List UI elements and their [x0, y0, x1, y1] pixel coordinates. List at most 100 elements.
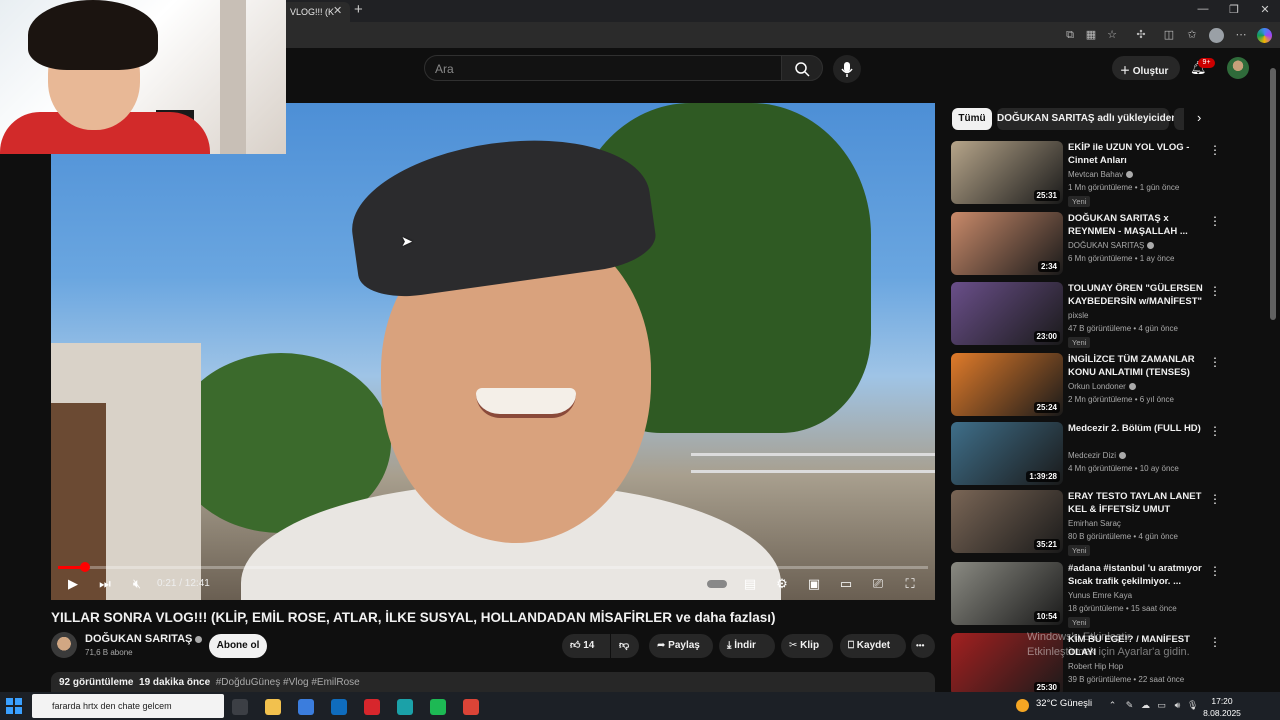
video-thumbnail[interactable]: 25:24 [951, 353, 1063, 416]
new-tab-button[interactable]: + [354, 1, 363, 18]
video-thumbnail[interactable]: 1:39:28 [951, 422, 1063, 485]
weather-text[interactable]: 32°C Güneşli [1036, 698, 1092, 709]
chip-all[interactable]: Tümü [952, 108, 992, 130]
recommended-channel[interactable]: Yunus Emre Kaya [1068, 591, 1132, 600]
recommended-title[interactable]: #adana #istanbul 'u aratmıyor Sıcak traf… [1068, 562, 1208, 588]
video-progress-handle[interactable] [80, 562, 90, 572]
chevron-right-icon[interactable]: › [1197, 110, 1201, 125]
kebab-menu-icon[interactable]: ⋮ [1209, 564, 1221, 578]
close-tab-icon[interactable]: ✕ [333, 4, 342, 17]
recommended-video[interactable]: 2:34 DOĞUKAN SARITAŞ x REYNMEN - MAŞALLAH… [951, 212, 1263, 278]
fullscreen-button[interactable]: ⛶ [901, 576, 919, 592]
subtitles-button[interactable]: ▤ [741, 576, 759, 592]
kebab-menu-icon[interactable]: ⋮ [1209, 635, 1221, 649]
kebab-menu-icon[interactable]: ⋮ [1209, 214, 1221, 228]
split-screen-icon[interactable]: ◫ [1162, 28, 1176, 42]
kebab-menu-icon[interactable]: ⋮ [1209, 143, 1221, 157]
next-button[interactable]: ⏭︎ [96, 576, 114, 592]
recommended-title[interactable]: ERAY TESTO TAYLAN LANET KEL & İFFETSİZ U… [1068, 490, 1208, 516]
recommended-channel[interactable]: Mevtcan Bahav [1068, 170, 1134, 179]
channel-avatar[interactable] [51, 632, 77, 658]
recommended-channel[interactable]: pixsle [1068, 311, 1088, 320]
kebab-menu-icon[interactable]: ⋮ [1209, 355, 1221, 369]
chip-overflow[interactable] [1174, 108, 1184, 130]
account-avatar[interactable] [1227, 57, 1249, 79]
opera-icon[interactable] [364, 699, 380, 715]
recommended-channel[interactable]: Medcezir Dizi [1068, 451, 1127, 460]
pen-icon[interactable]: ✎ [1124, 700, 1135, 711]
outlook-icon[interactable] [331, 699, 347, 715]
favorites-icon[interactable]: ✩ [1185, 28, 1199, 42]
recommended-channel[interactable]: DOĞUKAN SARITAŞ [1068, 241, 1155, 250]
autoplay-toggle[interactable] [707, 580, 727, 588]
voice-search-button[interactable] [833, 55, 861, 83]
recommended-channel[interactable]: Orkun Londoner [1068, 382, 1136, 391]
description-box[interactable]: 92 görüntüleme 19 dakika önce #DoğduGüne… [51, 672, 935, 692]
recommended-title[interactable]: DOĞUKAN SARITAŞ x REYNMEN - MAŞALLAH ... [1068, 212, 1208, 238]
miniplayer-button[interactable]: ▣ [805, 576, 823, 592]
restore-button[interactable]: ❐ [1219, 3, 1249, 16]
video-thumbnail[interactable]: 10:54 [951, 562, 1063, 625]
video-thumbnail[interactable]: 35:21 [951, 490, 1063, 553]
scrollbar-thumb[interactable] [1270, 68, 1276, 320]
channel-name[interactable]: DOĞUKAN SARITAŞ [85, 633, 203, 645]
profile-icon[interactable] [1209, 28, 1224, 43]
recommended-video[interactable]: 35:21 ERAY TESTO TAYLAN LANET KEL & İFFET… [951, 490, 1263, 556]
play-button[interactable]: ▶ [64, 576, 82, 592]
recommended-video[interactable]: 23:00 TOLUNAY ÖREN "GÜLERSEN KAYBEDERSİN … [951, 282, 1263, 348]
recommended-title[interactable]: İNGİLİZCE TÜM ZAMANLAR KONU ANLATIMI (TE… [1068, 353, 1208, 379]
hashtags[interactable]: #DoğduGüneş #Vlog #EmilRose [216, 677, 360, 688]
apps-icon[interactable]: ▦ [1084, 28, 1098, 42]
clock-time[interactable]: 17:20 [1207, 696, 1237, 706]
file-explorer-icon[interactable] [265, 699, 281, 715]
spotify-icon[interactable] [430, 699, 446, 715]
share-button[interactable]: ➦ Paylaş [649, 634, 713, 658]
recommended-video[interactable]: 1:39:28 Medcezir 2. Bölüm (FULL HD) Medcez… [951, 422, 1263, 488]
favorite-star-icon[interactable]: ☆ [1105, 28, 1119, 42]
tray-chevron-icon[interactable]: ⌃ [1107, 700, 1118, 711]
onedrive-icon[interactable]: ☁ [1140, 700, 1151, 711]
taskbar-search-input[interactable]: fararda hrtx den chate gelcem [32, 694, 224, 718]
settings-button[interactable]: ⚙ [773, 576, 791, 592]
minimize-button[interactable]: — [1188, 3, 1218, 15]
volume-icon[interactable]: 🔊︎ [1172, 700, 1183, 711]
windows-start-icon[interactable] [6, 698, 22, 714]
video-thumbnail[interactable]: 23:00 [951, 282, 1063, 345]
edge-icon[interactable] [397, 699, 413, 715]
save-button[interactable]: ⎕ Kaydet [840, 634, 906, 658]
kebab-menu-icon[interactable]: ⋮ [1209, 424, 1221, 438]
kebab-menu-icon[interactable]: ⋮ [1209, 284, 1221, 298]
recommended-title[interactable]: Medcezir 2. Bölüm (FULL HD) [1068, 422, 1208, 435]
subscribe-button[interactable]: Abone ol [209, 634, 267, 658]
recommended-title[interactable]: TOLUNAY ÖREN "GÜLERSEN KAYBEDERSİN w/MAN… [1068, 282, 1208, 308]
microphone-tray-icon[interactable]: 🎙︎ [1187, 700, 1198, 711]
copilot-icon[interactable] [1257, 28, 1272, 43]
clock-date[interactable]: 8.08.2025 [1200, 708, 1244, 718]
recommended-title[interactable]: EKİP ile UZUN YOL VLOG - Cinnet Anları [1068, 141, 1208, 167]
search-button[interactable] [781, 55, 823, 81]
recommended-channel[interactable]: Emirhan Saraç [1068, 519, 1121, 528]
chrome-icon[interactable] [463, 699, 479, 715]
recommended-channel[interactable]: Robert Hip Hop [1068, 662, 1123, 671]
download-button[interactable]: ⤓ İndir [719, 634, 775, 658]
more-icon[interactable]: ⋯ [1234, 28, 1248, 42]
recommended-video[interactable]: 25:31 EKİP ile UZUN YOL VLOG - Cinnet Anl… [951, 141, 1263, 207]
screen-share-icon[interactable]: ⧉ [1063, 28, 1077, 42]
kebab-menu-icon[interactable]: ⋮ [1209, 492, 1221, 506]
video-thumbnail[interactable]: 2:34 [951, 212, 1063, 275]
battery-icon[interactable]: ▭ [1156, 700, 1167, 711]
create-button[interactable]: ＋ Oluştur [1112, 56, 1180, 80]
theater-button[interactable]: ▭ [837, 576, 855, 592]
dislike-button[interactable]: 👎︎ [611, 634, 639, 658]
extensions-icon[interactable]: ✣ [1134, 28, 1148, 42]
chip-uploader[interactable]: DOĞUKAN SARITAŞ adlı yükleyiciden [997, 108, 1177, 130]
video-progress-bar[interactable] [58, 566, 928, 569]
mute-button[interactable]: 🔇︎ [128, 576, 146, 592]
recommended-video[interactable]: 10:54 #adana #istanbul 'u aratmıyor Sıcak… [951, 562, 1263, 628]
video-player[interactable] [51, 103, 935, 600]
search-input[interactable]: Ara [424, 55, 782, 81]
video-thumbnail[interactable]: 25:31 [951, 141, 1063, 204]
cast-button[interactable]: ⎚ [869, 576, 887, 592]
close-window-button[interactable]: ✕ [1250, 3, 1280, 16]
clip-button[interactable]: ✂ Klip [781, 634, 833, 658]
